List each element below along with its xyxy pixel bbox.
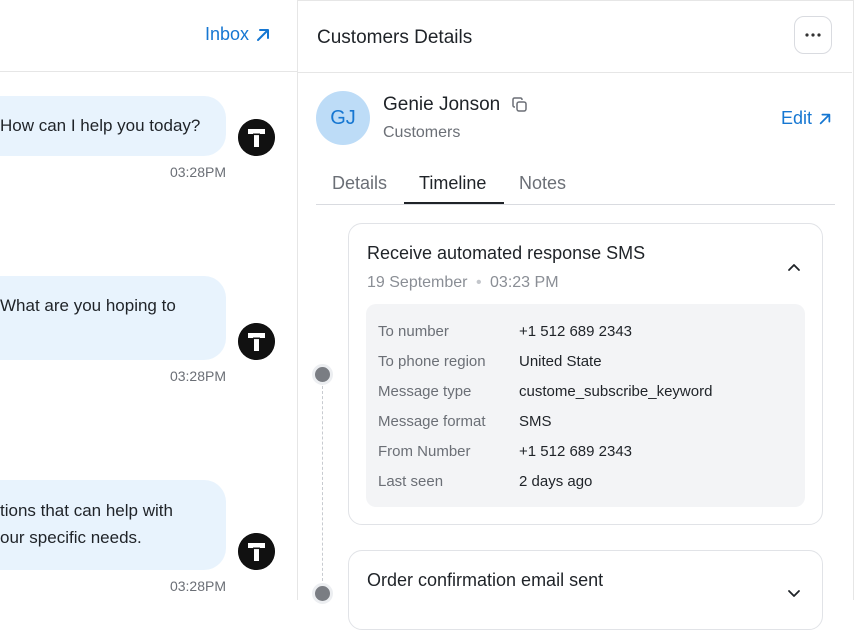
detail-label: Message type [378, 383, 472, 400]
detail-label: Last seen [378, 473, 444, 490]
t-logo-icon [238, 533, 275, 570]
inbox-link[interactable]: Inbox [205, 24, 271, 45]
detail-tabs: Details Timeline Notes [316, 167, 835, 205]
timeline-card-title: Order confirmation email sent [367, 570, 604, 590]
customer-role: Customers [383, 124, 461, 141]
detail-value: United State [519, 353, 602, 370]
detail-label: Message format [378, 413, 486, 430]
detail-label: From Number [378, 443, 471, 460]
event-date: 19 September [367, 274, 468, 291]
t-logo-icon [238, 119, 275, 156]
chevron-down-icon[interactable] [786, 585, 802, 601]
chat-message-bubble: What are you hoping to [0, 276, 226, 360]
timeline-card: Order confirmation email sent [348, 550, 823, 630]
message-line: tions that can help with [0, 501, 173, 520]
message-line: our specific needs. [0, 528, 142, 547]
customer-avatar: GJ [316, 91, 370, 145]
avatar-initials: GJ [330, 106, 356, 129]
message-time: 03:28PM [169, 164, 226, 180]
tab-timeline[interactable]: Timeline [419, 173, 486, 194]
event-time: 03:23 PM [490, 274, 559, 291]
detail-label: To number [378, 323, 449, 340]
detail-value: custome_subscribe_keyword [519, 383, 713, 400]
chat-message-bubble: How can I help you today? [0, 96, 226, 156]
more-options-button[interactable] [794, 16, 832, 54]
tab-notes[interactable]: Notes [519, 173, 566, 194]
timeline-line [322, 386, 323, 586]
inbox-label: Inbox [204, 24, 249, 44]
chat-message-bubble: tions that can help with our specific ne… [0, 480, 226, 570]
chevron-up-icon[interactable] [786, 259, 802, 275]
timeline-card-title: Receive automated response SMS [367, 243, 646, 263]
separator-dot: • [475, 274, 482, 291]
chat-panel: Inbox How can I help you today? 03:28PM … [0, 0, 298, 600]
chat-header: Inbox [0, 0, 297, 72]
timeline-dot [312, 583, 333, 604]
more-horizontal-icon [805, 33, 821, 37]
message-line: What are you hoping to [0, 296, 176, 315]
edit-link[interactable]: Edit [781, 108, 832, 129]
timeline-card: Receive automated response SMS 19 Septem… [348, 223, 823, 525]
tab-details[interactable]: Details [332, 173, 387, 194]
customer-name: Genie Jonson [383, 94, 501, 115]
edit-label: Edit [781, 108, 813, 128]
arrow-up-right-icon [257, 28, 269, 41]
arrow-up-right-icon [819, 113, 831, 124]
t-logo-icon [238, 323, 275, 360]
detail-value: 2 days ago [519, 473, 593, 490]
detail-value: SMS [519, 413, 552, 430]
detail-value: +1 512 689 2343 [519, 323, 633, 340]
timeline-card-meta: 19 September • 03:23 PM [367, 274, 559, 292]
copy-icon[interactable] [511, 96, 529, 114]
detail-value: +1 512 689 2343 [519, 443, 633, 460]
details-header: Customers Details [298, 1, 852, 73]
detail-label: To phone region [378, 353, 486, 370]
active-tab-indicator [404, 202, 504, 204]
message-time: 03:28PM [169, 368, 226, 384]
panel-title: Customers Details [317, 27, 473, 48]
event-details-box: To number +1 512 689 2343 To phone regio… [366, 304, 805, 507]
message-line: How can I help you today? [0, 116, 201, 135]
customer-details-panel: Customers Details GJ Genie Jonson Custom… [298, 0, 854, 630]
timeline-dot [312, 364, 333, 385]
message-time: 03:28PM [169, 578, 226, 594]
